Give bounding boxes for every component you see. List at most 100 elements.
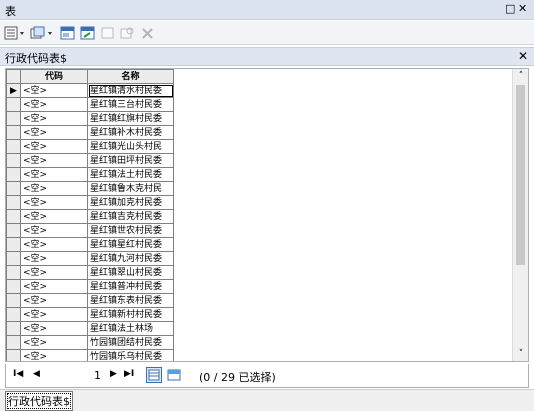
cell-code[interactable]: <空>: [20, 293, 88, 308]
table-row[interactable]: <空> 星红镇补木村民委: [6, 125, 174, 140]
scroll-up-icon[interactable]: ˄: [513, 71, 528, 81]
table-row[interactable]: <空> 星红镇红旗村民委: [6, 111, 174, 126]
row-selector[interactable]: [6, 321, 21, 336]
cell-code[interactable]: <空>: [20, 167, 88, 182]
cell-code[interactable]: <空>: [20, 83, 88, 98]
show-all-records-button[interactable]: [146, 367, 162, 383]
cell-code[interactable]: <空>: [20, 237, 88, 252]
table-tab[interactable]: 行政代码表$: [5, 391, 73, 411]
cell-code[interactable]: <空>: [20, 125, 88, 140]
cell-code[interactable]: <空>: [20, 265, 88, 280]
row-selector[interactable]: [6, 209, 21, 224]
next-record-button[interactable]: ▶: [110, 369, 117, 379]
cell-name[interactable]: 竹园镇团结村民委: [87, 335, 174, 350]
row-selector[interactable]: [6, 293, 21, 308]
cell-name[interactable]: 星红镇世农村民委: [87, 223, 174, 238]
table-row[interactable]: <空> 星红镇田坪村民委: [6, 153, 174, 168]
select-by-attributes-button[interactable]: [60, 25, 76, 41]
previous-record-button[interactable]: ◀: [33, 369, 40, 379]
row-selector[interactable]: [6, 195, 21, 210]
cell-code[interactable]: <空>: [20, 181, 88, 196]
delete-selected-button[interactable]: [140, 25, 156, 41]
table-row[interactable]: <空> 星红镇星红村民委: [6, 237, 174, 252]
first-record-button[interactable]: I◀: [13, 369, 23, 379]
table-row[interactable]: <空> 星红镇东表村民委: [6, 293, 174, 308]
table-options-button[interactable]: [4, 25, 26, 41]
table-row[interactable]: <空> 星红镇翠山村民委: [6, 265, 174, 280]
cell-name[interactable]: 竹园镇乐乌村民委: [87, 349, 174, 361]
row-selector[interactable]: [6, 111, 21, 126]
zoom-to-selected-button[interactable]: [120, 25, 136, 41]
cell-name[interactable]: 星红镇光山头村民: [87, 139, 174, 154]
row-selector[interactable]: [6, 265, 21, 280]
cell-name[interactable]: 星红镇法土林场: [87, 321, 174, 336]
row-selector[interactable]: [6, 279, 21, 294]
cell-code[interactable]: <空>: [20, 349, 88, 361]
cell-code[interactable]: <空>: [20, 279, 88, 294]
cell-name[interactable]: 星红镇鲁木克村民: [87, 181, 174, 196]
row-selector[interactable]: [6, 223, 21, 238]
row-selector-header[interactable]: [6, 69, 21, 84]
scroll-down-icon[interactable]: ˅: [513, 349, 528, 359]
cell-code[interactable]: <空>: [20, 153, 88, 168]
row-selector[interactable]: [6, 153, 21, 168]
cell-code[interactable]: <空>: [20, 251, 88, 266]
table-row[interactable]: <空> 星红镇普冲村民委: [6, 279, 174, 294]
cell-name[interactable]: 星红镇三台村民委: [87, 97, 174, 112]
table-row[interactable]: <空> 竹园镇乐乌村民委: [6, 349, 174, 361]
cell-code[interactable]: <空>: [20, 209, 88, 224]
restore-icon[interactable]: □: [505, 2, 515, 15]
table-row[interactable]: <空> 星红镇新村村民委: [6, 307, 174, 322]
cell-name[interactable]: 星红镇星红村民委: [87, 237, 174, 252]
table-tab-title[interactable]: 行政代码表$: [5, 50, 67, 66]
cell-name[interactable]: 星红镇新村村民委: [87, 307, 174, 322]
last-record-button[interactable]: ▶I: [124, 369, 134, 379]
table-row[interactable]: <空> 星红镇光山头村民: [6, 139, 174, 154]
table-row[interactable]: <空> 星红镇吉克村民委: [6, 209, 174, 224]
cell-name[interactable]: 星红镇九河村民委: [87, 251, 174, 266]
close-table-icon[interactable]: ✕: [518, 49, 528, 63]
cell-code[interactable]: <空>: [20, 335, 88, 350]
vertical-scrollbar[interactable]: ˄ ˅: [512, 69, 528, 361]
cell-code[interactable]: <空>: [20, 223, 88, 238]
table-row[interactable]: <空> 星红镇世农村民委: [6, 223, 174, 238]
table-row[interactable]: <空> 星红镇三台村民委: [6, 97, 174, 112]
cell-name[interactable]: 星红镇东表村民委: [87, 293, 174, 308]
column-header-code[interactable]: 代码: [20, 69, 88, 84]
cell-code[interactable]: <空>: [20, 321, 88, 336]
cell-name[interactable]: 星红镇田坪村民委: [87, 153, 174, 168]
cell-code[interactable]: <空>: [20, 139, 88, 154]
cell-code[interactable]: <空>: [20, 97, 88, 112]
current-record-input[interactable]: 1: [50, 367, 104, 383]
row-selector[interactable]: [6, 167, 21, 182]
row-selector[interactable]: [6, 307, 21, 322]
close-window-icon[interactable]: ✕: [518, 2, 527, 15]
row-selector[interactable]: [6, 237, 21, 252]
table-row[interactable]: ▶ <空> 星红镇清水村民委: [6, 83, 174, 98]
row-selector[interactable]: [6, 125, 21, 140]
row-selector[interactable]: [6, 139, 21, 154]
cell-name[interactable]: 星红镇补木村民委: [87, 125, 174, 140]
cell-code[interactable]: <空>: [20, 307, 88, 322]
row-selector[interactable]: [6, 349, 21, 361]
clear-selection-button[interactable]: [100, 25, 116, 41]
table-row[interactable]: <空> 星红镇法土村民委: [6, 167, 174, 182]
table-row[interactable]: <空> 星红镇鲁木克村民: [6, 181, 174, 196]
cell-name[interactable]: 星红镇翠山村民委: [87, 265, 174, 280]
cell-code[interactable]: <空>: [20, 195, 88, 210]
column-header-name[interactable]: 名称: [87, 69, 174, 84]
cell-name[interactable]: 星红镇普冲村民委: [87, 279, 174, 294]
row-selector[interactable]: [6, 335, 21, 350]
cell-name[interactable]: 星红镇清水村民委: [87, 83, 174, 98]
row-selector[interactable]: ▶: [6, 83, 21, 98]
table-row[interactable]: <空> 星红镇九河村民委: [6, 251, 174, 266]
cell-name[interactable]: 星红镇红旗村民委: [87, 111, 174, 126]
row-selector[interactable]: [6, 181, 21, 196]
cell-name[interactable]: 星红镇加克村民委: [87, 195, 174, 210]
switch-selection-button[interactable]: [80, 25, 96, 41]
scroll-thumb[interactable]: [516, 85, 525, 265]
cell-code[interactable]: <空>: [20, 111, 88, 126]
cell-name[interactable]: 星红镇法土村民委: [87, 167, 174, 182]
table-row[interactable]: <空> 竹园镇团结村民委: [6, 335, 174, 350]
row-selector[interactable]: [6, 97, 21, 112]
